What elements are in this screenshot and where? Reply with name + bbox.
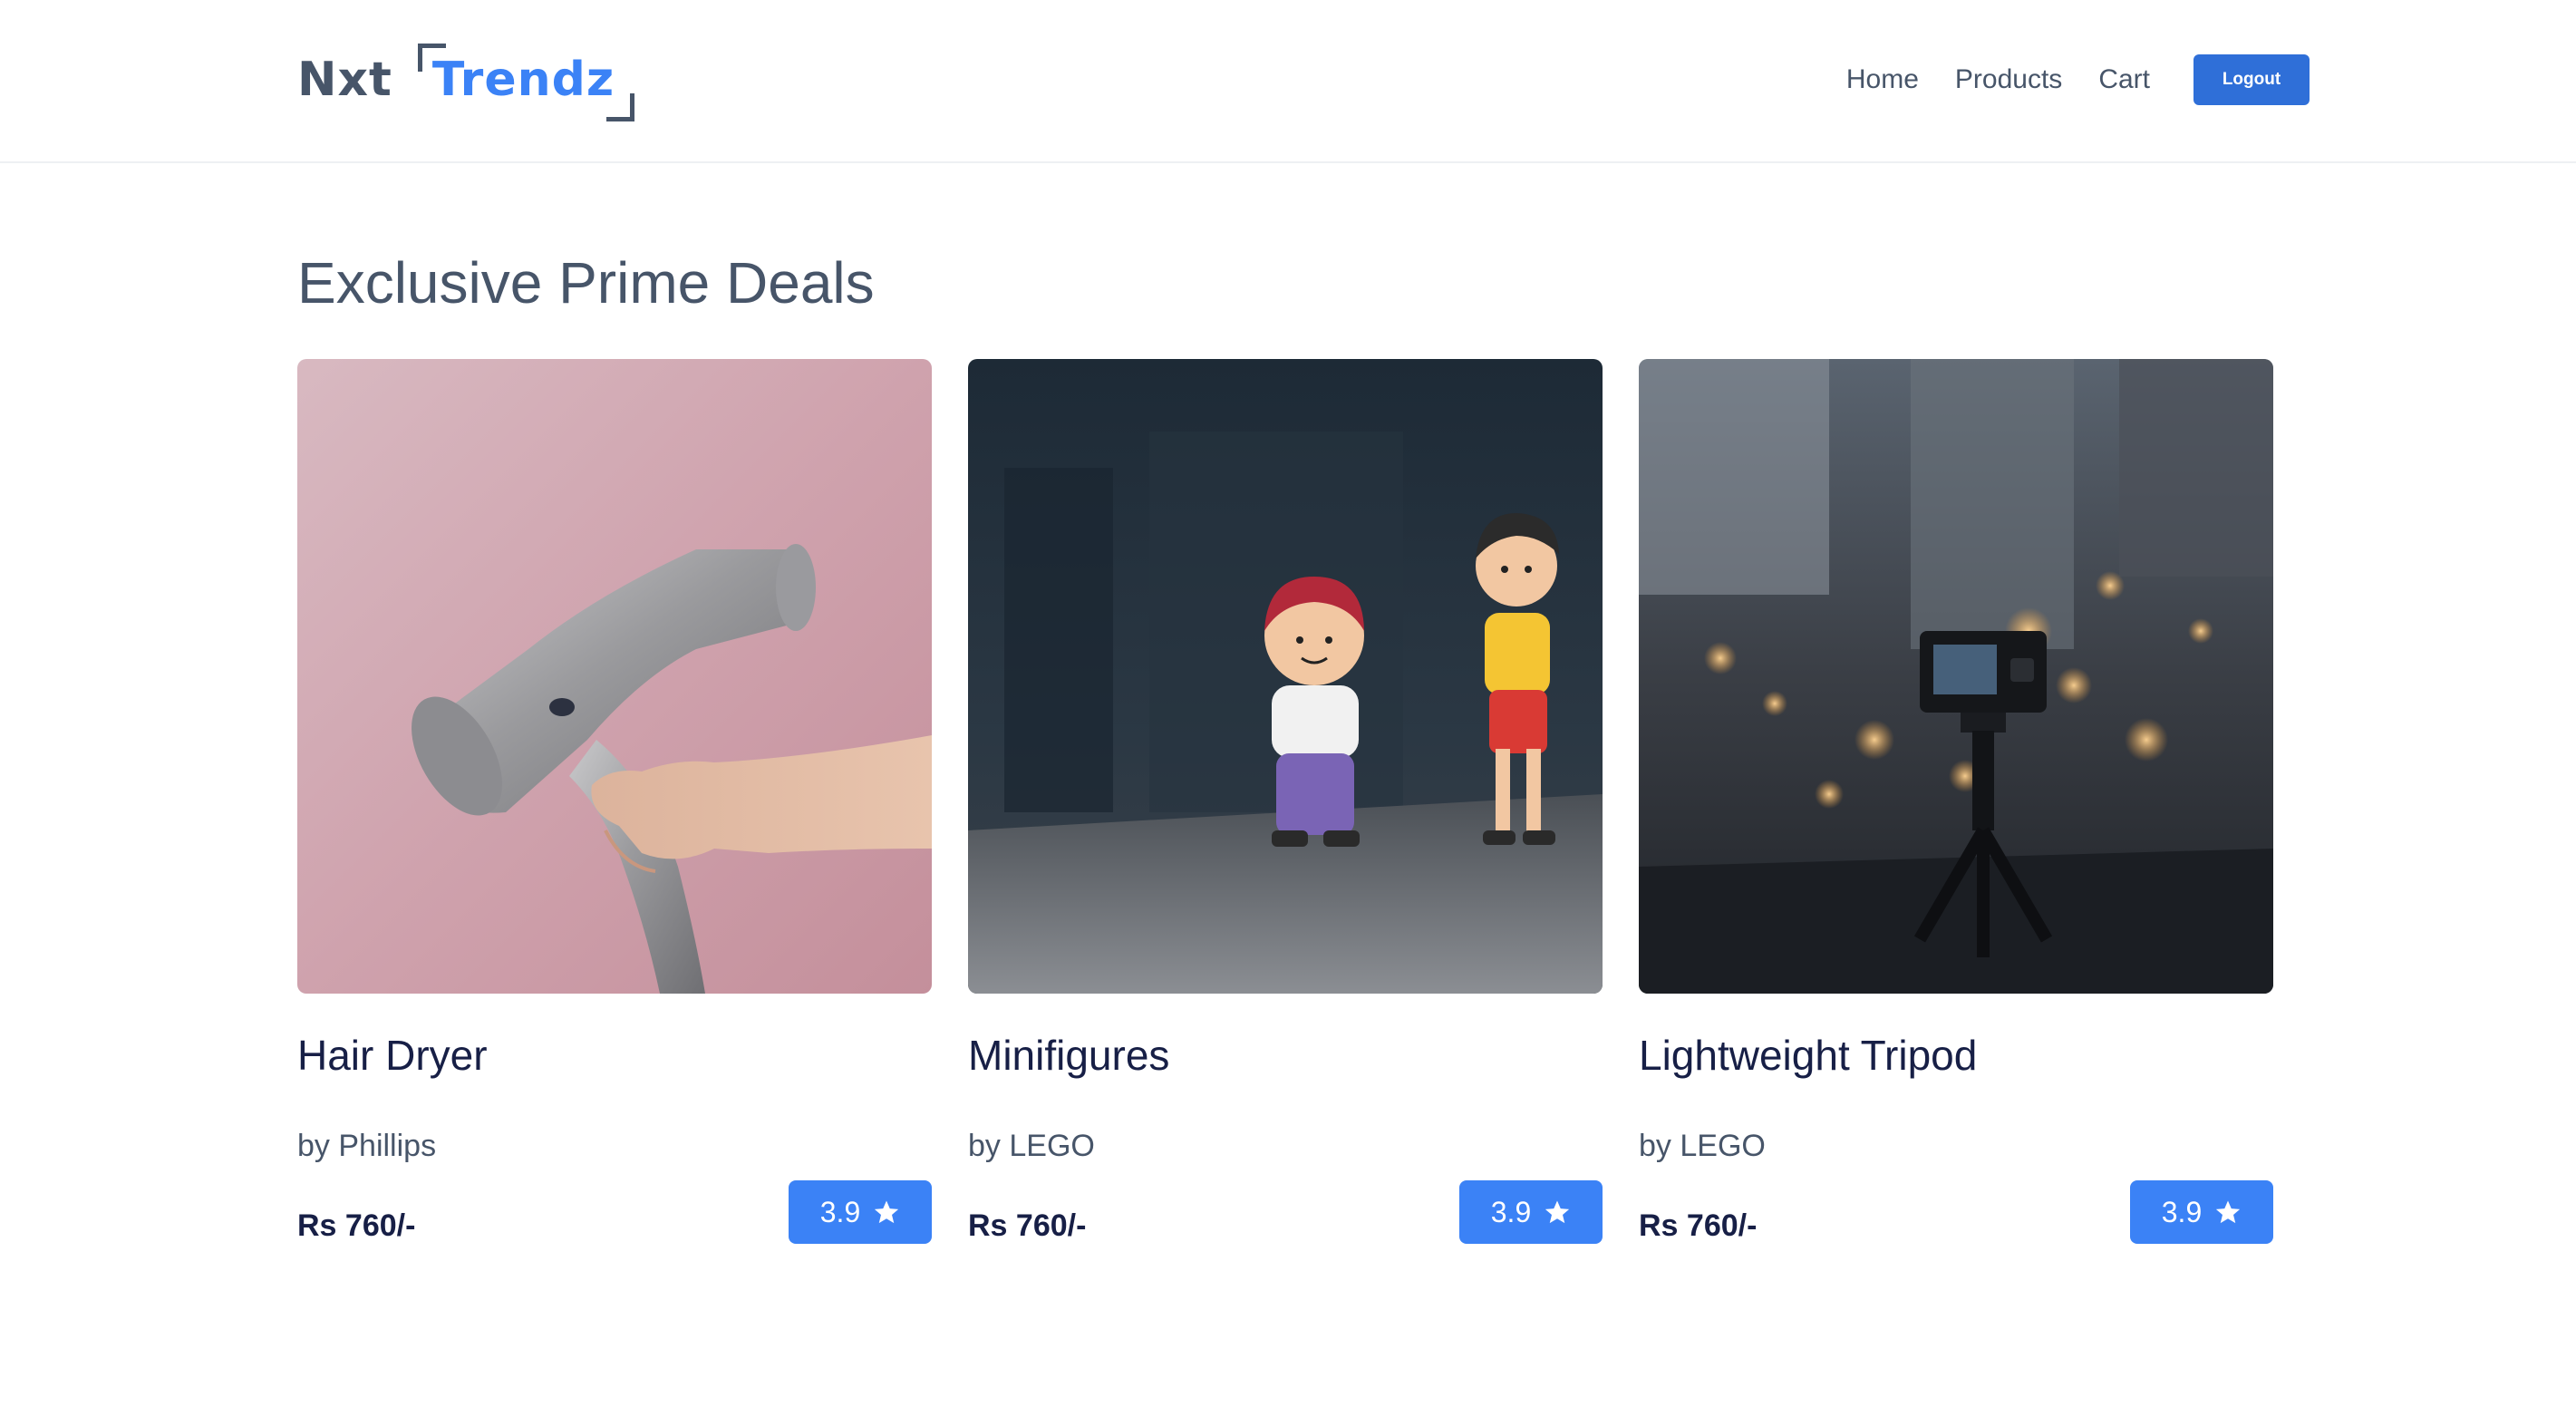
logo-bracket-bottom-right [606, 93, 635, 121]
star-icon [875, 1200, 899, 1224]
product-title: Hair Dryer [297, 1032, 488, 1079]
section-title: Exclusive Prime Deals [297, 250, 875, 315]
minifigures-image [968, 359, 1603, 994]
rating-value: 3.9 [819, 1195, 861, 1228]
nav-menu: Home Products Cart Logout [1846, 53, 2310, 107]
product-title: Lightweight Tripod [1639, 1032, 1978, 1079]
star-icon [2216, 1200, 2241, 1224]
logout-button[interactable]: Logout [2193, 54, 2310, 105]
product-card[interactable]: Lightweight Tripod by LEGO Rs 760/- 3.9 [1639, 359, 2273, 1247]
navbar: Nxt Trendz Home Products Cart Logout [0, 0, 2576, 163]
product-brand: by Phillips [297, 1129, 437, 1163]
star-icon [1545, 1200, 1570, 1224]
nav-link-cart[interactable]: Cart [2098, 53, 2150, 107]
product-brand: by LEGO [1639, 1129, 1766, 1163]
tripod-image [1639, 359, 2273, 994]
page: Nxt Trendz Home Products Cart Logout Exc… [0, 0, 2576, 1407]
product-price: Rs 760/- [297, 1208, 416, 1243]
logo-text-trendz: Trendz [431, 53, 615, 107]
product-list: Hair Dryer by Phillips Rs 760/- 3.9 Mini… [297, 359, 2273, 1247]
product-price: Rs 760/- [1639, 1208, 1758, 1243]
product-title: Minifigures [968, 1032, 1170, 1079]
hair-dryer-image [297, 359, 932, 994]
logo-text-nxt: Nxt [297, 53, 392, 107]
rating-badge: 3.9 [2130, 1180, 2273, 1244]
logo-bracket-top-left [417, 44, 446, 72]
product-price: Rs 760/- [968, 1208, 1087, 1243]
rating-value: 3.9 [2161, 1195, 2203, 1228]
product-card[interactable]: Minifigures by LEGO Rs 760/- 3.9 [968, 359, 1603, 1247]
rating-value: 3.9 [1490, 1195, 1532, 1228]
rating-badge: 3.9 [789, 1180, 932, 1244]
nav-link-home[interactable]: Home [1846, 53, 1919, 107]
product-brand: by LEGO [968, 1129, 1095, 1163]
nav-link-products[interactable]: Products [1955, 53, 2062, 107]
website-logo[interactable]: Nxt Trendz [297, 44, 635, 121]
product-card[interactable]: Hair Dryer by Phillips Rs 760/- 3.9 [297, 359, 932, 1247]
rating-badge: 3.9 [1459, 1180, 1603, 1244]
logo-trendz-wrap: Trendz [417, 44, 635, 121]
